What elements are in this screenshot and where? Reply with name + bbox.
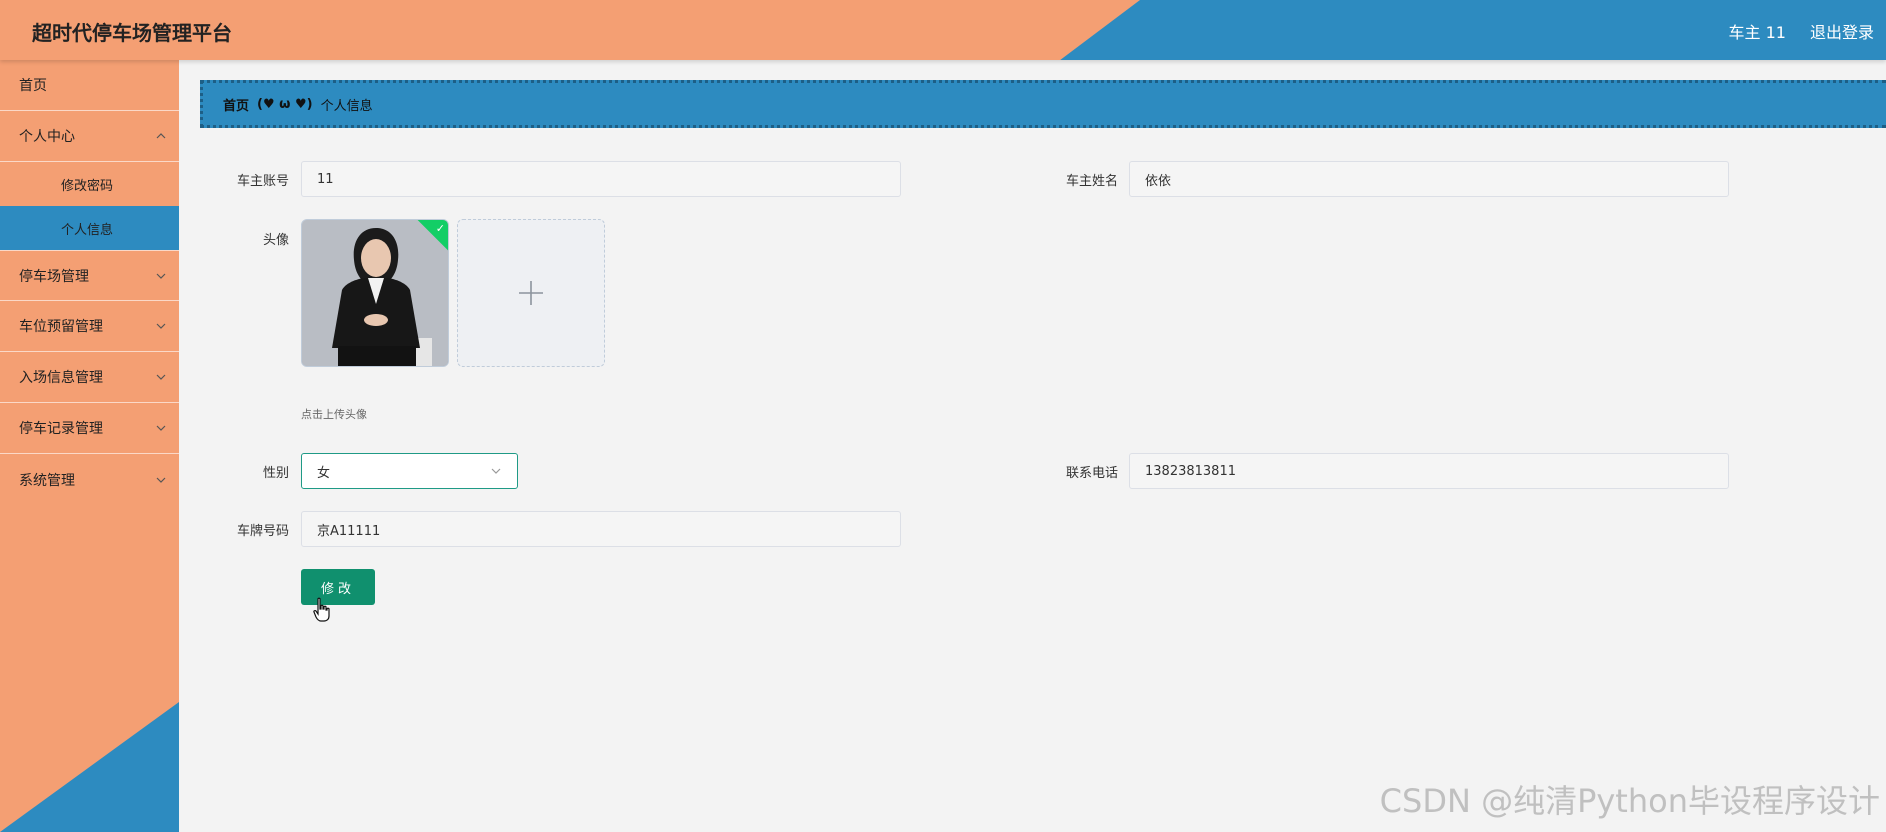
plate-label: 车牌号码 [236, 524, 289, 539]
chevron-up-icon [156, 133, 166, 139]
account-field[interactable]: 11 [301, 161, 901, 197]
name-label: 车主姓名 [1065, 174, 1118, 189]
sidebar-item-label: 个人中心 [19, 129, 75, 145]
app-title: 超时代停车场管理平台 [32, 21, 232, 45]
gender-value: 女 [317, 465, 331, 481]
sidebar-item-label: 个人信息 [61, 222, 114, 238]
plate-field[interactable]: 京A11111 [301, 511, 901, 547]
sidebar-item-personal-center[interactable]: 个人中心 [0, 111, 179, 162]
sidebar-item-label: 停车记录管理 [19, 421, 103, 437]
sidebar-item-label: 系统管理 [19, 472, 75, 489]
plate-value: 京A11111 [317, 523, 381, 539]
sidebar-item-system-mgmt[interactable]: 系统管理 [0, 454, 179, 505]
gender-label: 性别 [262, 466, 289, 481]
account-label: 车主账号 [236, 174, 289, 189]
name-value: 依依 [1145, 173, 1172, 189]
phone-field[interactable]: 13823813811 [1129, 453, 1729, 489]
sidebar: 首页 个人中心 修改密码 个人信息 停车场管理 车位预留管理 入场信息管理 停车… [0, 60, 179, 832]
breadcrumb: 首页 (♥ ω ♥) 个人信息 [200, 80, 1886, 128]
phone-label: 联系电话 [1065, 466, 1118, 481]
header-user-area: 车主 11 退出登录 [1729, 19, 1874, 43]
chevron-down-icon [156, 425, 166, 431]
sidebar-item-space-reservation-mgmt[interactable]: 车位预留管理 [0, 301, 179, 352]
gender-select[interactable]: 女 [301, 453, 518, 489]
sidebar-item-label: 修改密码 [61, 178, 114, 194]
hand-cursor-icon [313, 597, 330, 622]
sidebar-item-parking-record-mgmt[interactable]: 停车记录管理 [0, 403, 179, 454]
chevron-down-icon [156, 477, 166, 483]
avatar-upload-hint: 点击上传头像 [301, 408, 367, 421]
sidebar-item-home[interactable]: 首页 [0, 60, 179, 111]
watermark: CSDN @纯清Python毕设程序设计 [1379, 782, 1880, 820]
avatar-upload-button[interactable] [457, 219, 605, 367]
top-header: 超时代停车场管理平台 车主 11 退出登录 [0, 0, 1886, 60]
logout-link[interactable]: 退出登录 [1810, 19, 1874, 43]
sidebar-item-personal-info[interactable]: 个人信息 [0, 206, 179, 250]
sidebar-item-label: 入场信息管理 [19, 370, 103, 386]
plus-icon [519, 281, 543, 305]
sidebar-item-label: 停车场管理 [19, 268, 89, 285]
sidebar-item-parking-lot-mgmt[interactable]: 停车场管理 [0, 250, 179, 301]
chevron-down-icon [156, 323, 166, 329]
sidebar-item-entry-info-mgmt[interactable]: 入场信息管理 [0, 352, 179, 403]
breadcrumb-current: 个人信息 [320, 98, 373, 114]
current-user-label[interactable]: 车主 11 [1729, 19, 1786, 43]
avatar-image[interactable]: ✓ [301, 219, 449, 367]
sidebar-corner-decoration [0, 702, 179, 832]
sidebar-item-label: 首页 [19, 78, 47, 94]
check-icon: ✓ [435, 222, 445, 235]
name-field[interactable]: 依依 [1129, 161, 1729, 197]
avatar-portrait [302, 220, 448, 366]
chevron-down-icon [156, 374, 166, 380]
sidebar-item-change-password[interactable]: 修改密码 [0, 162, 179, 206]
account-value: 11 [317, 171, 334, 187]
avatar-label: 头像 [262, 233, 289, 248]
chevron-down-icon [156, 273, 166, 279]
phone-value: 13823813811 [1145, 463, 1236, 479]
chevron-down-icon [491, 468, 501, 474]
breadcrumb-home[interactable]: 首页 [223, 95, 249, 114]
breadcrumb-separator: (♥ ω ♥) [257, 96, 313, 112]
sidebar-item-label: 车位预留管理 [19, 319, 103, 335]
